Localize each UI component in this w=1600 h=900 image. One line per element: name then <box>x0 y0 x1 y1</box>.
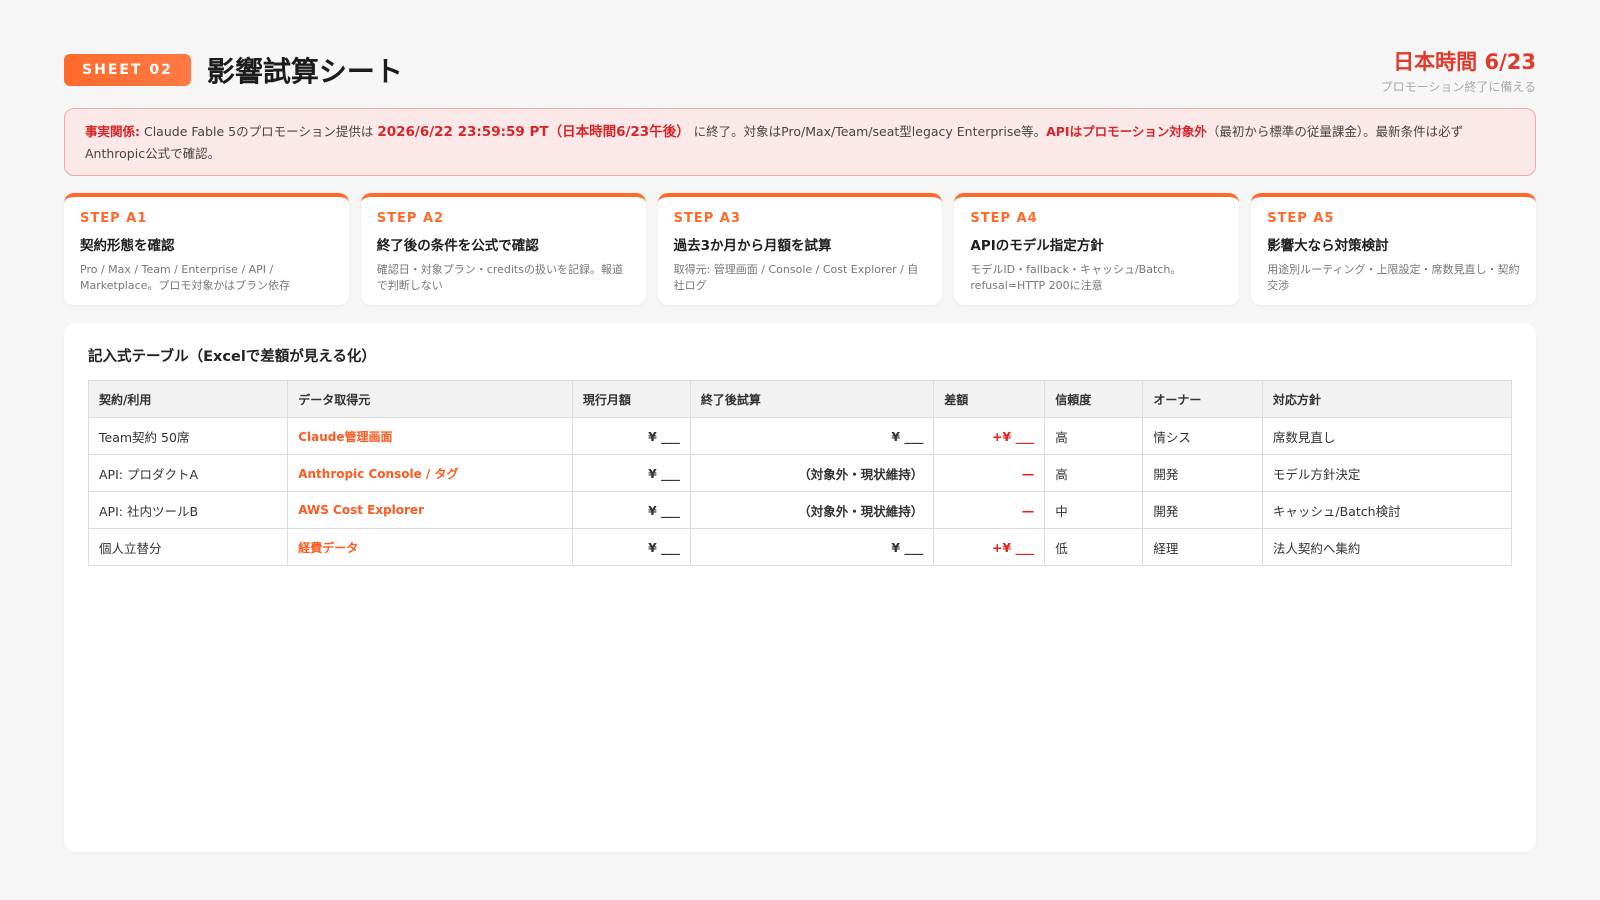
cell-difference[interactable]: — <box>933 491 1046 529</box>
cell-current-monthly[interactable]: ¥ ___ <box>571 417 691 455</box>
cell-owner[interactable]: 開発 <box>1142 491 1263 529</box>
cell-contract[interactable]: 個人立替分 <box>87 528 289 566</box>
cell-action[interactable]: モデル方針決定 <box>1261 454 1513 492</box>
cell-current-monthly[interactable]: ¥ ___ <box>571 454 691 492</box>
step-title: 終了後の条件を公式で確認 <box>376 238 539 254</box>
cell-source[interactable]: Anthropic Console / タグ <box>287 454 573 492</box>
table-row: 個人立替分 経費データ ¥ ___ ¥ ___ +¥ ___ 低 経理 法人契約… <box>87 528 1513 566</box>
header-action: 対応方針 <box>1261 380 1513 418</box>
header-contract: 契約/利用 <box>87 380 289 418</box>
step-title: 過去3か月から月額を試算 <box>673 238 832 254</box>
step-card-a2: STEP A2 終了後の条件を公式で確認 確認日・対象プラン・creditsの扱… <box>360 193 646 305</box>
cell-confidence[interactable]: 高 <box>1044 417 1144 455</box>
step-description: 用途別ルーティング・上限設定・席数見直し・契約交渉 <box>1267 263 1520 292</box>
step-card-a3: STEP A3 過去3か月から月額を試算 取得元: 管理画面 / Console… <box>657 193 943 305</box>
alert-text-2: に終了。対象はPro/Max/Team/seat型legacy Enterpri… <box>689 124 1047 139</box>
cell-confidence[interactable]: 高 <box>1044 454 1144 492</box>
cell-contract[interactable]: Team契約 50席 <box>87 417 289 455</box>
step-card-a5: STEP A5 影響大なら対策検討 用途別ルーティング・上限設定・席数見直し・契… <box>1251 193 1536 305</box>
step-description: 取得元: 管理画面 / Console / Cost Explorer / 自社… <box>673 263 919 292</box>
header-current-monthly: 現行月額 <box>571 380 691 418</box>
cell-post-estimate[interactable]: ¥ ___ <box>689 528 935 566</box>
alert-label: 事実関係: <box>85 124 140 139</box>
alert-deadline: 2026/6/22 23:59:59 PT（日本時間6/23午後） <box>377 124 690 140</box>
table-row: Team契約 50席 Claude管理画面 ¥ ___ ¥ ___ +¥ ___… <box>87 417 1513 455</box>
deadline-date: 日本時間 6/23 <box>1393 49 1536 74</box>
estimate-table: 契約/利用 データ取得元 現行月額 終了後試算 差額 信頼度 オーナー 対応方針… <box>87 380 1513 566</box>
cell-source[interactable]: AWS Cost Explorer <box>287 491 573 529</box>
cell-owner[interactable]: 経理 <box>1142 528 1263 566</box>
cell-post-estimate[interactable]: （対象外・現状維持） <box>689 491 935 529</box>
table-header-row: 契約/利用 データ取得元 現行月額 終了後試算 差額 信頼度 オーナー 対応方針 <box>87 380 1513 418</box>
step-label: STEP A3 <box>673 211 741 226</box>
step-card-a1: STEP A1 契約形態を確認 Pro / Max / Team / Enter… <box>64 193 349 305</box>
cell-post-estimate[interactable]: ¥ ___ <box>689 417 935 455</box>
estimate-table-panel: 記入式テーブル（Excelで差額が見える化） 契約/利用 データ取得元 現行月額… <box>64 323 1536 852</box>
cell-difference[interactable]: +¥ ___ <box>933 417 1046 455</box>
cell-post-estimate[interactable]: （対象外・現状維持） <box>689 454 935 492</box>
page-title: 影響試算シート <box>206 55 403 88</box>
cell-source[interactable]: Claude管理画面 <box>287 417 573 455</box>
step-label: STEP A5 <box>1267 211 1335 226</box>
cell-contract[interactable]: API: プロダクトA <box>87 454 289 492</box>
step-description: モデルID・fallback・キャッシュ/Batch。refusal=HTTP … <box>970 263 1182 292</box>
cell-owner[interactable]: 情シス <box>1142 417 1263 455</box>
header-source: データ取得元 <box>287 380 573 418</box>
cell-owner[interactable]: 開発 <box>1142 454 1263 492</box>
cell-current-monthly[interactable]: ¥ ___ <box>571 491 691 529</box>
cell-difference[interactable]: +¥ ___ <box>933 528 1046 566</box>
header-left: SHEET 02 影響試算シート <box>64 50 403 90</box>
cell-contract[interactable]: API: 社内ツールB <box>87 491 289 529</box>
deadline-subtitle: プロモーション終了に備える <box>1380 79 1536 94</box>
sheet-badge: SHEET 02 <box>64 54 191 86</box>
table-title: 記入式テーブル（Excelで差額が見える化） <box>88 349 376 365</box>
page-header: SHEET 02 影響試算シート 日本時間 6/23 プロモーション終了に備える <box>64 42 1536 98</box>
step-card-a4: STEP A4 APIのモデル指定方針 モデルID・fallback・キャッシュ… <box>954 193 1240 305</box>
step-label: STEP A1 <box>80 211 148 226</box>
step-description: 確認日・対象プラン・creditsの扱いを記録。報道で判断しない <box>376 263 623 292</box>
table-row: API: 社内ツールB AWS Cost Explorer ¥ ___ （対象外… <box>87 491 1513 529</box>
fact-alert: 事実関係: Claude Fable 5のプロモーション提供は 2026/6/2… <box>64 108 1536 176</box>
alert-text-1: Claude Fable 5のプロモーション提供は <box>140 124 378 139</box>
header-post-estimate: 終了後試算 <box>689 380 935 418</box>
cell-current-monthly[interactable]: ¥ ___ <box>571 528 691 566</box>
header-difference: 差額 <box>933 380 1046 418</box>
step-label: STEP A2 <box>376 211 445 226</box>
header-owner: オーナー <box>1142 380 1263 418</box>
cell-difference[interactable]: — <box>933 454 1046 492</box>
step-title: 契約形態を確認 <box>80 238 175 254</box>
steps-row: STEP A1 契約形態を確認 Pro / Max / Team / Enter… <box>64 193 1536 305</box>
step-label: STEP A4 <box>970 211 1038 226</box>
table-row: API: プロダクトA Anthropic Console / タグ ¥ ___… <box>87 454 1513 492</box>
cell-confidence[interactable]: 低 <box>1044 528 1144 566</box>
cell-action[interactable]: 法人契約へ集約 <box>1261 528 1513 566</box>
cell-action[interactable]: 席数見直し <box>1261 417 1513 455</box>
cell-confidence[interactable]: 中 <box>1044 491 1144 529</box>
step-description: Pro / Max / Team / Enterprise / API / Ma… <box>80 263 290 292</box>
alert-api-note: APIはプロモーション対象外 <box>1046 124 1207 139</box>
step-title: APIのモデル指定方針 <box>970 238 1104 254</box>
cell-source[interactable]: 経費データ <box>287 528 573 566</box>
step-title: 影響大なら対策検討 <box>1267 238 1389 254</box>
header-confidence: 信頼度 <box>1044 380 1144 418</box>
header-date-block: 日本時間 6/23 プロモーション終了に備える <box>1381 46 1536 95</box>
cell-action[interactable]: キャッシュ/Batch検討 <box>1261 491 1513 529</box>
